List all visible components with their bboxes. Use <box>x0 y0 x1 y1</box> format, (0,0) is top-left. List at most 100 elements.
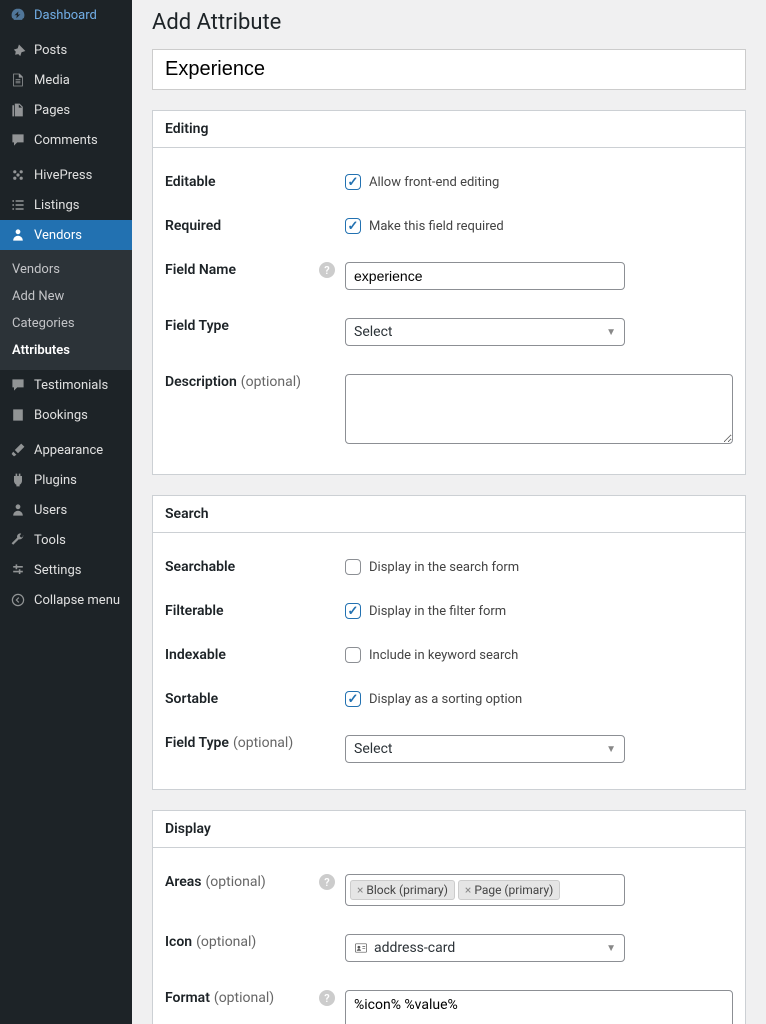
sidebar-item-listings[interactable]: Listings <box>0 190 132 220</box>
sidebar-label: Bookings <box>34 408 88 423</box>
sidebar-label: Testimonials <box>34 378 108 393</box>
settings-icon <box>8 562 28 578</box>
submenu-categories[interactable]: Categories <box>0 310 132 337</box>
areas-label: Areas <box>165 874 202 890</box>
format-label: Format <box>165 990 210 1006</box>
required-checkbox[interactable] <box>345 218 361 234</box>
brush-icon <box>8 442 28 458</box>
address-card-icon <box>354 941 368 955</box>
sidebar-label: Media <box>34 73 70 88</box>
remove-tag-icon[interactable]: × <box>465 883 471 897</box>
sidebar-label: Users <box>34 503 67 518</box>
required-label: Required <box>165 218 221 234</box>
sidebar-label: Listings <box>34 198 79 213</box>
optional-label: (optional) <box>206 874 266 890</box>
description-textarea[interactable] <box>345 374 733 444</box>
sidebar-item-pages[interactable]: Pages <box>0 95 132 125</box>
indexable-checkbox[interactable] <box>345 647 361 663</box>
sidebar-label: Dashboard <box>34 8 97 23</box>
icon-select[interactable]: address-card▼ <box>345 934 625 962</box>
chevron-down-icon: ▼ <box>606 943 616 954</box>
list-icon <box>8 197 28 213</box>
pin-icon <box>8 42 28 58</box>
field-type-label: Field Type <box>165 318 229 334</box>
user-icon <box>8 227 28 243</box>
chevron-down-icon: ▼ <box>606 744 616 755</box>
sidebar-label: Settings <box>34 563 81 578</box>
help-icon[interactable]: ? <box>319 262 335 278</box>
sidebar-item-tools[interactable]: Tools <box>0 525 132 555</box>
display-box: Display Areas (optional)? ×Block (primar… <box>152 810 746 1024</box>
admin-sidebar: Dashboard Posts Media Pages Comments Hiv… <box>0 0 132 1024</box>
search-heading: Search <box>153 496 745 533</box>
field-name-label: Field Name <box>165 262 236 278</box>
required-text: Make this field required <box>369 219 504 234</box>
sidebar-label: Appearance <box>34 443 103 458</box>
sidebar-label: Vendors <box>34 228 82 243</box>
search-field-type-label: Field Type <box>165 735 229 751</box>
sortable-text: Display as a sorting option <box>369 692 522 707</box>
sidebar-item-bookings[interactable]: Bookings <box>0 400 132 430</box>
sidebar-item-settings[interactable]: Settings <box>0 555 132 585</box>
user-icon <box>8 502 28 518</box>
submenu-add-new[interactable]: Add New <box>0 283 132 310</box>
format-textarea[interactable] <box>345 990 733 1024</box>
calendar-icon <box>8 407 28 423</box>
optional-label: (optional) <box>196 934 256 950</box>
attribute-name-input[interactable] <box>152 49 746 90</box>
collapse-icon <box>8 592 28 608</box>
searchable-checkbox[interactable] <box>345 559 361 575</box>
optional-label: (optional) <box>214 990 274 1006</box>
sortable-label: Sortable <box>165 691 218 707</box>
sidebar-item-appearance[interactable]: Appearance <box>0 435 132 465</box>
area-tag[interactable]: ×Block (primary) <box>350 880 455 900</box>
media-icon <box>8 72 28 88</box>
main-content: Add Attribute Editing Editable Allow fro… <box>132 0 766 1024</box>
page-icon <box>8 102 28 118</box>
sidebar-label: Collapse menu <box>34 593 120 608</box>
sidebar-item-dashboard[interactable]: Dashboard <box>0 0 132 30</box>
field-name-input[interactable] <box>345 262 625 290</box>
indexable-label: Indexable <box>165 647 226 663</box>
search-box: Search Searchable Display in the search … <box>152 495 746 790</box>
sidebar-item-vendors[interactable]: Vendors <box>0 220 132 250</box>
field-type-select[interactable]: Select▼ <box>345 318 625 346</box>
optional-label: (optional) <box>233 735 293 751</box>
sidebar-item-hivepress[interactable]: HivePress <box>0 160 132 190</box>
indexable-text: Include in keyword search <box>369 648 518 663</box>
sidebar-label: Pages <box>34 103 70 118</box>
sidebar-item-media[interactable]: Media <box>0 65 132 95</box>
editable-checkbox[interactable] <box>345 174 361 190</box>
sidebar-item-testimonials[interactable]: Testimonials <box>0 370 132 400</box>
sidebar-item-collapse[interactable]: Collapse menu <box>0 585 132 615</box>
submenu-vendors[interactable]: Vendors <box>0 256 132 283</box>
description-label: Description <box>165 374 237 390</box>
filterable-checkbox[interactable] <box>345 603 361 619</box>
sidebar-item-plugins[interactable]: Plugins <box>0 465 132 495</box>
vendors-submenu: Vendors Add New Categories Attributes <box>0 250 132 370</box>
sidebar-item-posts[interactable]: Posts <box>0 35 132 65</box>
editing-box: Editing Editable Allow front-end editing… <box>152 110 746 475</box>
comment-icon <box>8 132 28 148</box>
searchable-label: Searchable <box>165 559 235 575</box>
optional-label: (optional) <box>241 374 301 390</box>
editable-label: Editable <box>165 174 216 190</box>
editing-heading: Editing <box>153 111 745 148</box>
sidebar-label: Tools <box>34 533 66 548</box>
sortable-checkbox[interactable] <box>345 691 361 707</box>
filterable-text: Display in the filter form <box>369 604 506 619</box>
sidebar-item-comments[interactable]: Comments <box>0 125 132 155</box>
icon-label: Icon <box>165 934 192 950</box>
areas-input[interactable]: ×Block (primary) ×Page (primary) <box>345 874 625 906</box>
search-field-type-select[interactable]: Select▼ <box>345 735 625 763</box>
remove-tag-icon[interactable]: × <box>357 883 363 897</box>
sidebar-item-users[interactable]: Users <box>0 495 132 525</box>
area-tag[interactable]: ×Page (primary) <box>458 880 560 900</box>
help-icon[interactable]: ? <box>319 874 335 890</box>
plugin-icon <box>8 472 28 488</box>
help-icon[interactable]: ? <box>319 990 335 1006</box>
searchable-text: Display in the search form <box>369 560 519 575</box>
testimonial-icon <box>8 377 28 393</box>
submenu-attributes[interactable]: Attributes <box>0 337 132 364</box>
sidebar-label: Comments <box>34 133 98 148</box>
